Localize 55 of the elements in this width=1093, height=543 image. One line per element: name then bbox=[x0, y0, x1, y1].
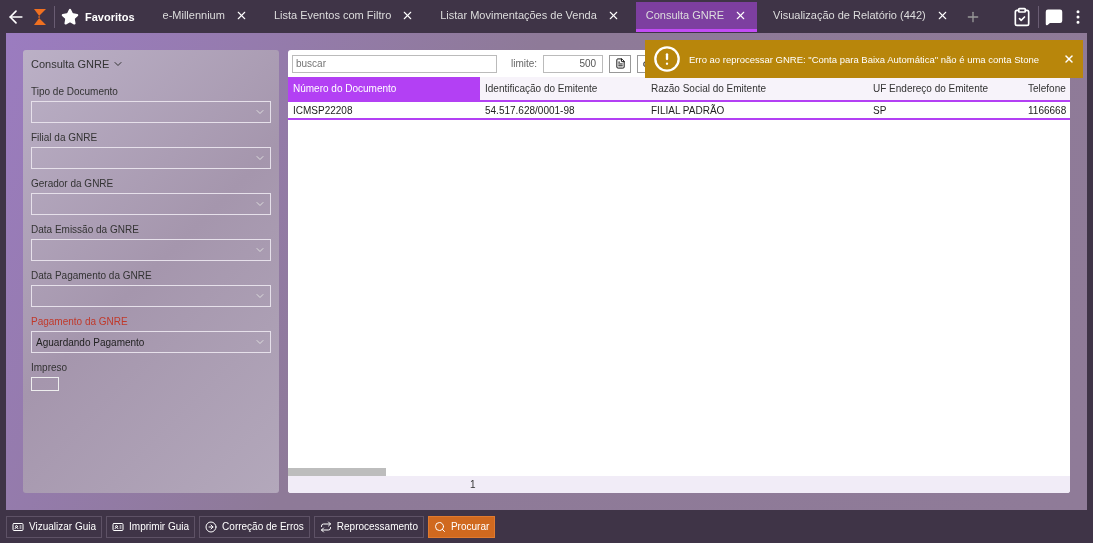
table-cell-text: 54.517.628/0001-98 bbox=[484, 103, 576, 118]
field-label: Pagamento da GNRE bbox=[31, 316, 129, 327]
column-header[interactable]: Número do Documento bbox=[288, 77, 480, 100]
panel-title[interactable]: Consulta GNRE bbox=[31, 58, 271, 70]
column-header[interactable]: Identificação do Emitente bbox=[480, 77, 646, 100]
select-field[interactable] bbox=[31, 193, 271, 215]
tab[interactable]: Consulta GNRE bbox=[635, 1, 758, 32]
table-row[interactable]: ICMSP22208 54.517.628/0001-98 FILIAL PADRÃO SP 1166668 bbox=[288, 100, 1070, 120]
favorites-link[interactable]: Favoritos bbox=[85, 10, 135, 23]
action-button[interactable]: Correção de Erros bbox=[199, 515, 310, 538]
action-button[interactable]: Procurar bbox=[427, 515, 496, 538]
column-header[interactable]: Razão Social do Emitente bbox=[646, 77, 868, 100]
action-button[interactable]: Reprocessamento bbox=[313, 515, 424, 538]
page-number[interactable]: 1 bbox=[470, 479, 476, 490]
column-header[interactable]: UF Endereço do Emitente bbox=[868, 77, 1023, 100]
chat-icon[interactable] bbox=[1045, 7, 1063, 26]
select-field[interactable] bbox=[31, 147, 271, 169]
select-field[interactable]: Aguardando Pagamento bbox=[31, 331, 271, 353]
scrollbar[interactable] bbox=[288, 468, 386, 476]
search-field[interactable]: buscar bbox=[292, 54, 497, 73]
clipboard-check-icon[interactable] bbox=[1012, 6, 1032, 27]
checkbox[interactable] bbox=[31, 377, 59, 391]
tab[interactable]: Listar Movimentações de Venda bbox=[430, 1, 630, 32]
column-header[interactable]: Telefone bbox=[1023, 77, 1070, 100]
id-card-icon bbox=[112, 520, 125, 533]
arrow-right-icon bbox=[205, 520, 218, 533]
field-label: Gerador da GNRE bbox=[31, 178, 115, 189]
limit-field[interactable]: 500 bbox=[543, 54, 604, 73]
field-label: Tipo de Documento bbox=[31, 86, 119, 97]
action-button[interactable]: Imprimir Guia bbox=[106, 515, 196, 538]
limit-label: limite: bbox=[511, 58, 538, 69]
tab[interactable]: Lista Eventos com Filtro bbox=[263, 1, 425, 32]
export-button[interactable] bbox=[609, 54, 632, 73]
id-card-icon bbox=[12, 520, 24, 533]
action-button[interactable]: Vizualizar Guia bbox=[6, 515, 103, 538]
table-cell-text: 1166668 bbox=[1027, 103, 1068, 118]
table-cell-text: FILIAL PADRÃO bbox=[650, 103, 726, 118]
select-field[interactable] bbox=[31, 101, 271, 123]
field-label: Data Emissão da GNRE bbox=[31, 224, 140, 235]
field-label: Data Pagamento da GNRE bbox=[31, 270, 153, 281]
tab[interactable]: Visualização de Relatório (442) bbox=[763, 1, 959, 32]
select-field[interactable] bbox=[31, 285, 271, 307]
tab[interactable]: e-Millennium bbox=[152, 1, 258, 32]
search-icon bbox=[433, 520, 446, 533]
logo-icon bbox=[32, 6, 48, 27]
star-icon[interactable] bbox=[61, 7, 79, 26]
table-cell-text: SP bbox=[872, 103, 888, 118]
alert-icon bbox=[653, 45, 681, 73]
table-cell-text: ICMSP22208 bbox=[292, 103, 354, 118]
field-label: Impreso bbox=[31, 362, 69, 373]
repeat-icon bbox=[319, 520, 332, 533]
field-label: Filial da GNRE bbox=[31, 132, 99, 143]
select-field[interactable] bbox=[31, 239, 271, 261]
toast-message: Erro ao reprocessar GNRE: "Conta para Baixa Automática" não é uma conta Stone bbox=[689, 53, 1040, 65]
document-icon bbox=[614, 58, 626, 69]
